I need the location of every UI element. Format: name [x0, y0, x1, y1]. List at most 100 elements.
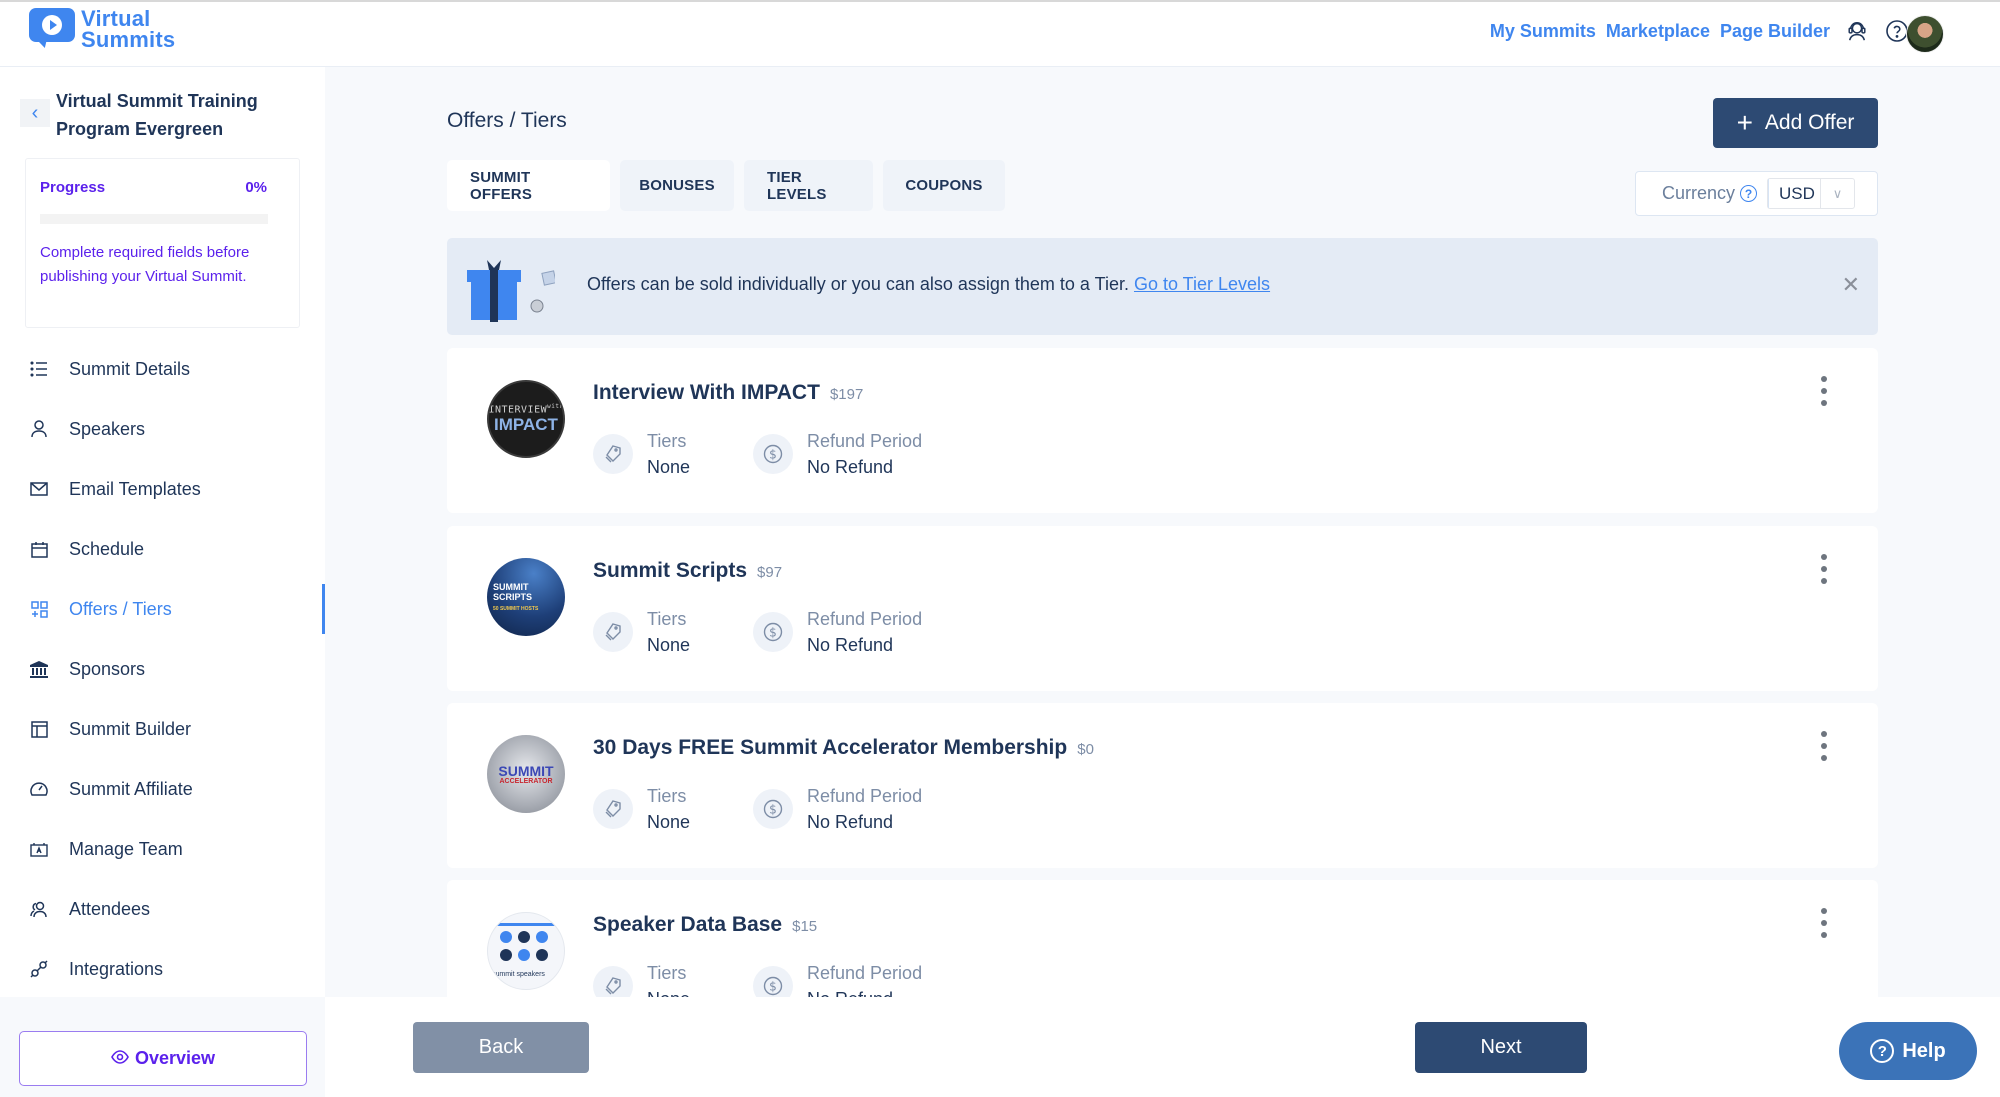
offer-refund: $ Refund Period No Refund [753, 783, 922, 835]
more-options-icon[interactable] [1818, 731, 1830, 761]
refund-label: Refund Period [807, 431, 923, 451]
offer-title: Summit Scripts $97 [593, 559, 782, 583]
sidebar-item-label: Summit Affiliate [69, 778, 193, 799]
sidebar-item-manage-team[interactable]: Manage Team [0, 819, 325, 879]
top-nav: My Summits Marketplace Page Builder [1490, 18, 1910, 44]
offer-image: INTERVIEWwith IMPACT [487, 380, 565, 458]
offer-card[interactable]: INTERVIEWwith IMPACT Interview With IMPA… [447, 348, 1878, 513]
refund-value: No Refund [807, 635, 894, 655]
help-button[interactable]: ? Help [1839, 1022, 1977, 1080]
offer-image: SUMMIT SCRIPTS 50 SUMMIT HOSTS [487, 558, 565, 636]
user-avatar[interactable] [1906, 15, 1944, 53]
currency-help-icon[interactable]: ? [1740, 185, 1758, 202]
tiers-value: None [647, 986, 690, 997]
back-button[interactable]: Back [413, 1022, 589, 1073]
calendar-icon [29, 539, 49, 559]
offer-price: $197 [829, 386, 864, 403]
user-icon [29, 419, 49, 439]
progress-label: Progress [40, 179, 106, 196]
progress-message: Complete required fields before publishi… [40, 244, 250, 285]
refund-label: Refund Period [807, 963, 923, 983]
sidebar-item-offers-tiers[interactable]: Offers / Tiers [0, 579, 325, 639]
offer-title: Interview With IMPACT $197 [593, 381, 863, 405]
progress-bar [40, 214, 268, 224]
close-icon[interactable]: ✕ [1842, 272, 1860, 298]
offer-price: $15 [792, 918, 818, 935]
tab-summit-offers[interactable]: SUMMIT OFFERS [447, 160, 610, 211]
sidebar-item-sponsors[interactable]: Sponsors [0, 639, 325, 699]
dollar-circle-icon: $ [753, 966, 793, 997]
bank-icon [29, 659, 49, 679]
currency-select[interactable]: USD ∨ [1767, 178, 1856, 209]
overview-button[interactable]: Overview [19, 1031, 307, 1086]
sidebar-item-speakers[interactable]: Speakers [0, 399, 325, 459]
tiers-label: Tiers [647, 963, 687, 983]
offer-price: $97 [757, 564, 783, 581]
sidebar-item-label: Summit Builder [69, 718, 192, 739]
sidebar-item-summit-details[interactable]: Summit Details [0, 339, 325, 399]
offer-tiers: Tiers None [593, 783, 690, 835]
more-options-icon[interactable] [1818, 376, 1830, 406]
offer-refund: $ Refund Period No Refund [753, 428, 922, 480]
tag-icon [593, 789, 633, 829]
offer-card[interactable]: SUMMIT SCRIPTS 50 SUMMIT HOSTS Summit Scr… [447, 526, 1878, 691]
sidebar-item-email-templates[interactable]: Email Templates [0, 459, 325, 519]
eye-icon [111, 1048, 129, 1069]
tag-icon [593, 612, 633, 652]
nav-my-summits[interactable]: My Summits [1490, 21, 1596, 42]
list-icon [29, 359, 49, 379]
tab-bonuses[interactable]: BONUSES [620, 160, 734, 211]
gift-box-icon [465, 258, 557, 322]
sidebar-item-label: Offers / Tiers [69, 598, 172, 619]
gauge-icon [29, 779, 49, 799]
more-options-icon[interactable] [1818, 908, 1830, 938]
footer-bar: Back Next ? Help [325, 997, 2000, 1097]
banner-text: Offers can be sold individually or you c… [587, 274, 1129, 294]
nav-marketplace[interactable]: Marketplace [1606, 21, 1710, 42]
tiers-label: Tiers [647, 786, 687, 806]
offer-tiers: Tiers None [593, 606, 690, 658]
sidebar-back-button[interactable]: ‹ [20, 99, 50, 127]
svg-text:$: $ [769, 980, 777, 994]
go-to-tier-levels-link[interactable]: Go to Tier Levels [1134, 274, 1270, 294]
support-headset-icon[interactable] [1844, 18, 1870, 44]
next-button[interactable]: Next [1415, 1022, 1587, 1073]
sidebar-item-label: Email Templates [69, 478, 201, 499]
nav-page-builder[interactable]: Page Builder [1720, 21, 1830, 42]
offer-image-caption: summit speakers [492, 971, 545, 978]
chevron-left-icon: ‹ [31, 101, 39, 124]
offer-name: Summit Scripts [593, 559, 748, 582]
layout-icon [29, 719, 49, 739]
add-offer-button[interactable]: + Add Offer [1713, 98, 1878, 148]
sidebar-item-integrations[interactable]: Integrations [0, 939, 325, 999]
offer-refund: $ Refund Period No Refund [753, 960, 922, 997]
refund-value: No Refund [807, 986, 922, 997]
tag-icon [593, 966, 633, 997]
sidebar-item-schedule[interactable]: Schedule [0, 519, 325, 579]
brand-logo[interactable]: Virtual Summits [29, 8, 175, 51]
svg-text:$: $ [769, 803, 777, 817]
offer-name: 30 Days FREE Summit Accelerator Membersh… [593, 736, 1068, 759]
banner-message: Offers can be sold individually or you c… [587, 274, 1270, 295]
sidebar-nav: Summit Details Speakers Email Templates … [0, 339, 325, 999]
offer-title: Speaker Data Base $15 [593, 913, 817, 937]
plus-icon: + [1736, 107, 1753, 138]
dollar-circle-icon: $ [753, 612, 793, 652]
sidebar-item-summit-builder[interactable]: Summit Builder [0, 699, 325, 759]
more-options-icon[interactable] [1818, 554, 1830, 584]
tab-tier-levels[interactable]: TIER LEVELS [744, 160, 873, 211]
sidebar-item-label: Schedule [69, 538, 145, 559]
add-offer-label: Add Offer [1764, 111, 1855, 134]
offer-card[interactable]: SUMMIT ACCELERATOR 30 Days FREE Summit A… [447, 703, 1878, 868]
tag-icon [593, 434, 633, 474]
sidebar-item-summit-affiliate[interactable]: Summit Affiliate [0, 759, 325, 819]
offer-name: Interview With IMPACT [593, 381, 820, 404]
tab-coupons[interactable]: COUPONS [883, 160, 1005, 211]
offer-card[interactable]: summit speakers Speaker Data Base $15 Tie… [447, 880, 1878, 997]
sidebar-item-attendees[interactable]: Attendees [0, 879, 325, 939]
offer-refund: $ Refund Period No Refund [753, 606, 922, 658]
offer-title: 30 Days FREE Summit Accelerator Membersh… [593, 736, 1094, 760]
offer-tiers: Tiers None [593, 960, 690, 997]
grid-plus-icon [29, 599, 49, 619]
logo-play-bubble-icon [29, 8, 75, 50]
